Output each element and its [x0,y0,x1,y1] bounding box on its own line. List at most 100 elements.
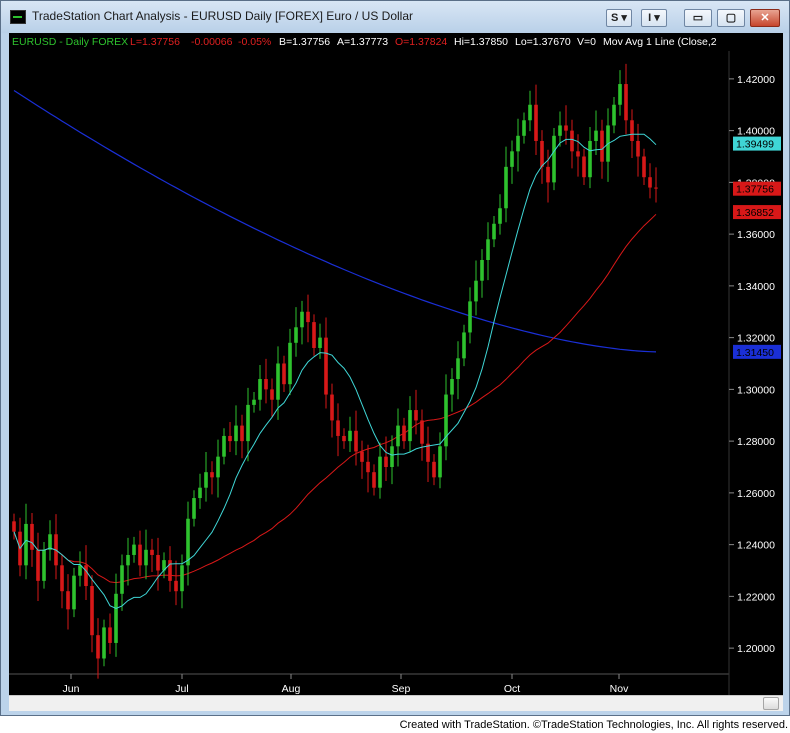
status-symbol: EURUSD - Daily FOREX [12,36,128,48]
status-ask: A=1.37773 [337,36,388,48]
candle-body [360,451,364,462]
time-tick-label: Nov [610,683,629,695]
price-axis: 1.420001.400001.380001.360001.340001.320… [729,74,775,655]
candle-body [612,104,616,126]
time-axis: Jun Jul Aug Sep Oct Nov [63,674,629,695]
candle-body [564,125,568,131]
candle-body [36,549,40,581]
close-button[interactable]: ✕ [750,9,780,27]
candle-body [456,358,460,380]
candle-body [402,425,406,442]
candlestick-chart[interactable]: EURUSD - Daily FOREX L=1.37756 -0.00066 … [9,33,783,695]
candle-body [96,635,100,659]
candle-body [30,523,34,550]
candle-body [630,120,634,141]
candle-body [486,239,490,260]
status-open: O=1.37824 [395,36,447,48]
candle-body [498,208,502,224]
candle-body [432,461,436,478]
minimize-button[interactable]: ▭ [684,9,712,27]
candle-body [468,301,472,333]
candle-body [84,565,88,587]
price-tick-label: 1.20000 [737,643,775,655]
candle-body [528,104,532,121]
candle-body [216,456,220,478]
candle-body [72,575,76,610]
candle-body [438,446,442,478]
price-chart-area[interactable]: EURUSD - Daily FOREX L=1.37756 -0.00066 … [9,33,783,695]
candle-body [516,135,520,152]
price-tick-label: 1.28000 [737,436,775,448]
maximize-button[interactable]: ▢ [717,9,745,27]
candle-body [252,399,256,405]
candle-body [522,120,526,136]
candle-body [618,84,622,105]
candle-body [342,435,346,442]
candle-body [558,125,562,136]
strategy-menu-button[interactable]: S ▾ [606,9,632,27]
price-tick-label: 1.22000 [737,591,775,603]
candle-body [12,521,16,532]
candle-body [408,410,412,442]
candle-body [582,156,586,178]
candle-body [480,260,484,281]
candle-body [102,627,106,659]
candle-body [294,327,298,343]
candle-body [600,130,604,162]
candle-body [420,420,424,444]
copyright-footer: Created with TradeStation. ©TradeStation… [399,719,788,731]
status-pct: -0.05% [238,36,271,48]
price-badge-label: 1.31450 [736,347,774,359]
candle-body [222,435,226,457]
candle-body [414,410,418,421]
candle-body [348,430,352,442]
candle-body [312,322,316,348]
time-tick-label: Jul [175,683,188,695]
candle-body [66,591,70,610]
price-badge-label: 1.39499 [736,139,774,151]
candle-body [228,435,232,442]
candle-body [174,580,178,592]
candle-body [372,472,376,488]
price-badges: 1.39499 1.37756 1.36852 1.31450 [733,136,781,359]
candle-body [264,379,268,390]
price-tick-label: 1.24000 [737,540,775,552]
candle-body [324,337,328,395]
candle-body [258,379,262,400]
candle-body [60,565,64,592]
candle-body [336,420,340,436]
price-tick-label: 1.36000 [737,229,775,241]
candle-body [144,549,148,566]
candle-body [300,311,304,328]
candle-body [192,498,196,519]
scroll-right-button[interactable] [763,697,779,710]
candle-body [234,425,238,442]
time-tick-label: Jun [63,683,80,695]
time-tick-label: Oct [504,683,520,695]
candle-body [78,565,82,576]
title-bar[interactable]: TradeStation Chart Analysis - EURUSD Dai… [1,1,789,33]
time-tick-label: Aug [282,683,301,695]
candle-body [588,140,592,178]
ma-fast-path [13,133,657,610]
chart-window: TradeStation Chart Analysis - EURUSD Dai… [0,0,790,716]
horizontal-scrollbar[interactable] [9,695,783,711]
candle-body [330,394,334,421]
candle-body [576,151,580,157]
candle-body [546,166,550,183]
candle-body [396,425,400,447]
candle-body [240,425,244,442]
window-title: TradeStation Chart Analysis - EURUSD Dai… [32,9,414,23]
candle-body [168,560,172,581]
price-tick-label: 1.32000 [737,333,775,345]
price-tick-label: 1.42000 [737,74,775,86]
status-low: Lo=1.37670 [515,36,571,48]
candle-body [390,446,394,467]
scroll-track[interactable] [11,697,749,710]
indicator-menu-button[interactable]: I ▾ [641,9,667,27]
candle-body [510,151,514,167]
candle-body [198,487,202,499]
candle-body [120,565,124,594]
candle-body [210,472,214,478]
candle-body [354,430,358,452]
